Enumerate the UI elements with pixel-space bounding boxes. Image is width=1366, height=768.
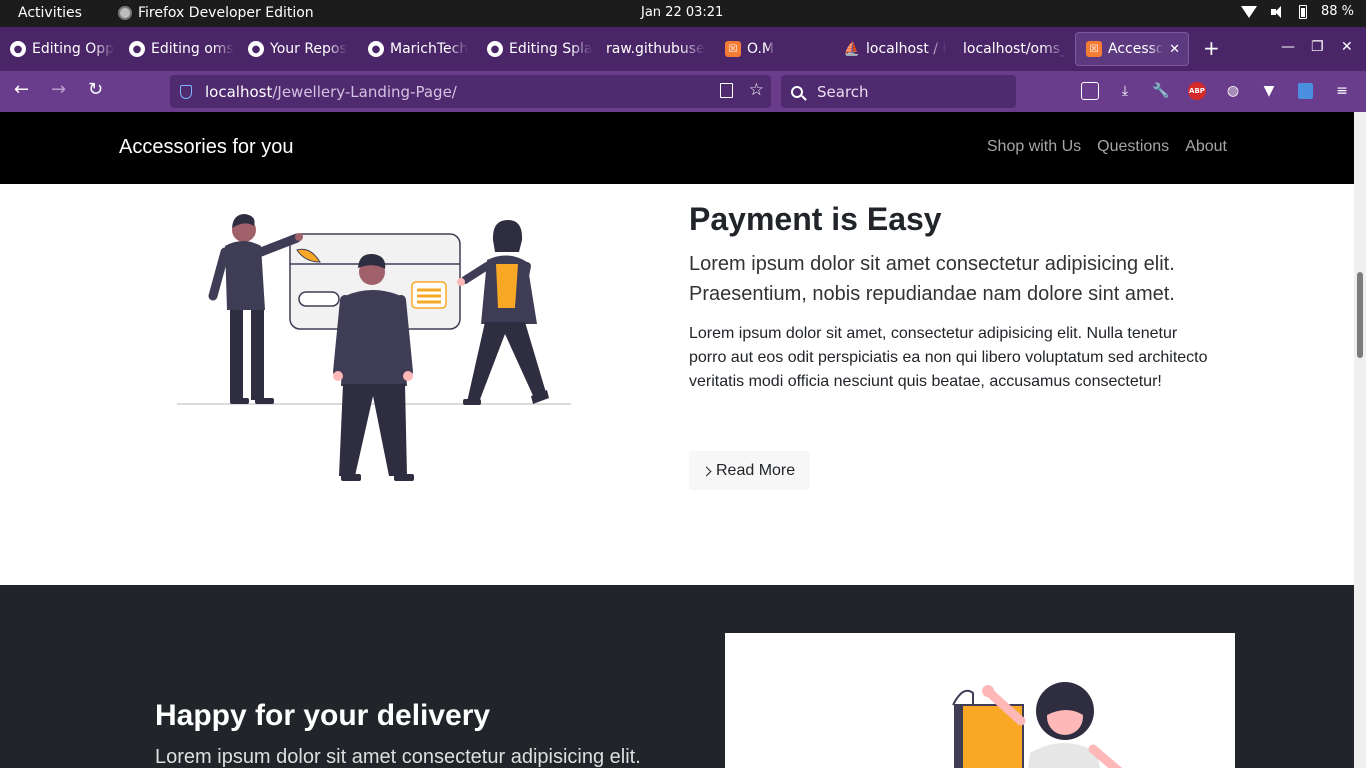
- close-tab-icon[interactable]: ✕: [1169, 42, 1180, 57]
- github-icon: ●: [248, 41, 264, 57]
- adblock-plus-icon[interactable]: ABP: [1188, 82, 1206, 100]
- delivery-section: Happy for your delivery Lorem ipsum dolo…: [0, 585, 1354, 768]
- tab-om[interactable]: ☒ O.M: [715, 32, 833, 66]
- system-tray[interactable]: 88 %: [1240, 4, 1354, 19]
- wifi-icon: [1240, 5, 1257, 18]
- github-icon: ●: [368, 41, 384, 57]
- firefox-icon: [118, 6, 132, 20]
- tab-label: O.M: [747, 41, 774, 57]
- search-bar[interactable]: Search: [781, 75, 1016, 108]
- forward-button[interactable]: →: [51, 80, 66, 100]
- tab-your-repos[interactable]: ● Your Repos: [238, 32, 356, 66]
- pocket-icon[interactable]: [1081, 82, 1099, 100]
- tab-label: localhost / l: [866, 41, 947, 57]
- phpmyadmin-icon: ⛵: [843, 41, 861, 57]
- github-icon: ●: [487, 41, 503, 57]
- payment-body: Lorem ipsum dolor sit amet, consectetur …: [689, 325, 1208, 390]
- search-icon: [791, 85, 803, 98]
- minimize-icon[interactable]: —: [1281, 40, 1295, 54]
- tab-label: Editing oms: [151, 41, 234, 57]
- search-placeholder: Search: [817, 82, 869, 101]
- tab-label: localhost/oms_: [963, 41, 1068, 57]
- volume-icon: [1270, 5, 1285, 18]
- nav-link-shop[interactable]: Shop with Us: [987, 138, 1081, 156]
- delivery-illustration-card: [725, 633, 1235, 768]
- url-bar[interactable]: localhost/Jewellery-Landing-Page/ ☆: [170, 75, 771, 201]
- github-icon: ●: [10, 41, 26, 57]
- payment-title: Payment is Easy: [689, 201, 942, 237]
- site-nav-links: Shop with Us Questions About: [987, 138, 1227, 156]
- battery-icon: [1298, 4, 1307, 19]
- developer-tools-icon[interactable]: 🔧: [1152, 82, 1170, 100]
- app-menu[interactable]: Firefox Developer Edition: [118, 5, 314, 21]
- bookmark-star-icon[interactable]: ☆: [749, 80, 764, 100]
- delivery-illustration: [952, 682, 1123, 768]
- tab-label: Accessori: [1108, 41, 1163, 57]
- nav-link-about[interactable]: About: [1185, 138, 1227, 156]
- read-more-button[interactable]: Read More: [689, 451, 810, 490]
- hamburger-menu-icon[interactable]: ≡: [1333, 82, 1351, 100]
- xampp-icon: ☒: [725, 41, 741, 57]
- read-more-label: Read More: [716, 461, 796, 479]
- github-icon: ●: [129, 41, 145, 57]
- page-scrollbar[interactable]: [1354, 112, 1366, 768]
- site-navbar: Accessories for you Shop with Us Questio…: [0, 112, 1354, 184]
- reload-button[interactable]: ↻: [88, 80, 103, 100]
- downloads-icon[interactable]: ⤓: [1116, 82, 1134, 100]
- xampp-icon: ☒: [1086, 41, 1102, 57]
- back-button[interactable]: ←: [14, 80, 29, 100]
- chevron-right-icon: [701, 466, 712, 477]
- web-page: Accessories for you Shop with Us Questio…: [0, 112, 1354, 768]
- close-window-icon[interactable]: ✕: [1341, 40, 1353, 54]
- url-path: /Jewellery-Landing-Page/: [272, 82, 457, 101]
- tab-editing-opp[interactable]: ● Editing Opp: [0, 32, 118, 66]
- extension-icon[interactable]: ◍: [1224, 82, 1242, 100]
- clock[interactable]: Jan 22 03:21: [641, 5, 723, 20]
- tracking-protection-icon[interactable]: [180, 84, 192, 99]
- battery-percent: 88 %: [1320, 4, 1354, 19]
- tab-editing-oms[interactable]: ● Editing oms: [119, 32, 237, 66]
- tab-raw-github[interactable]: raw.githubuse: [596, 32, 714, 66]
- payment-lead: Lorem ipsum dolor sit amet consectetur a…: [689, 253, 1175, 305]
- tab-strip: ● Editing Opp ● Editing oms ● Your Repos…: [0, 27, 1366, 71]
- tab-localhost-oms[interactable]: localhost/oms_: [953, 32, 1071, 66]
- url-text[interactable]: localhost/Jewellery-Landing-Page/: [205, 83, 457, 101]
- os-top-bar: Activities Firefox Developer Edition Jan…: [0, 0, 1366, 27]
- tab-localhost-phpmyadmin[interactable]: ⛵ localhost / l: [834, 32, 952, 66]
- tab-marichtech[interactable]: ● MarichTech: [358, 32, 476, 66]
- tab-label: Editing Opp: [32, 41, 115, 57]
- new-tab-button[interactable]: +: [1203, 38, 1220, 58]
- save-extension-icon[interactable]: [1298, 83, 1313, 99]
- tab-editing-spla[interactable]: ● Editing Spla: [477, 32, 595, 66]
- tab-label: MarichTech: [390, 41, 469, 57]
- tab-accessories-active[interactable]: ☒ Accessori ✕: [1075, 32, 1189, 66]
- scrollbar-thumb[interactable]: [1357, 272, 1363, 358]
- url-host: localhost: [205, 82, 273, 101]
- site-brand[interactable]: Accessories for you: [119, 136, 294, 159]
- delivery-title: Happy for your delivery: [155, 699, 491, 732]
- tab-label: raw.githubuse: [606, 41, 705, 57]
- browser-nav-bar: ← → ↻ localhost/Jewellery-Landing-Page/ …: [0, 71, 1366, 201]
- vue-devtools-icon[interactable]: ▼: [1260, 82, 1278, 100]
- payment-illustration: [177, 214, 571, 481]
- tab-label: Editing Spla: [509, 41, 593, 57]
- app-name-label: Firefox Developer Edition: [138, 5, 314, 21]
- maximize-icon[interactable]: ❐: [1311, 40, 1324, 54]
- activities-button[interactable]: Activities: [18, 5, 82, 21]
- reader-view-icon[interactable]: [720, 83, 733, 98]
- delivery-lead: Lorem ipsum dolor sit amet consectetur a…: [155, 746, 641, 768]
- tab-label: Your Repos: [270, 41, 347, 57]
- nav-link-questions[interactable]: Questions: [1097, 138, 1169, 156]
